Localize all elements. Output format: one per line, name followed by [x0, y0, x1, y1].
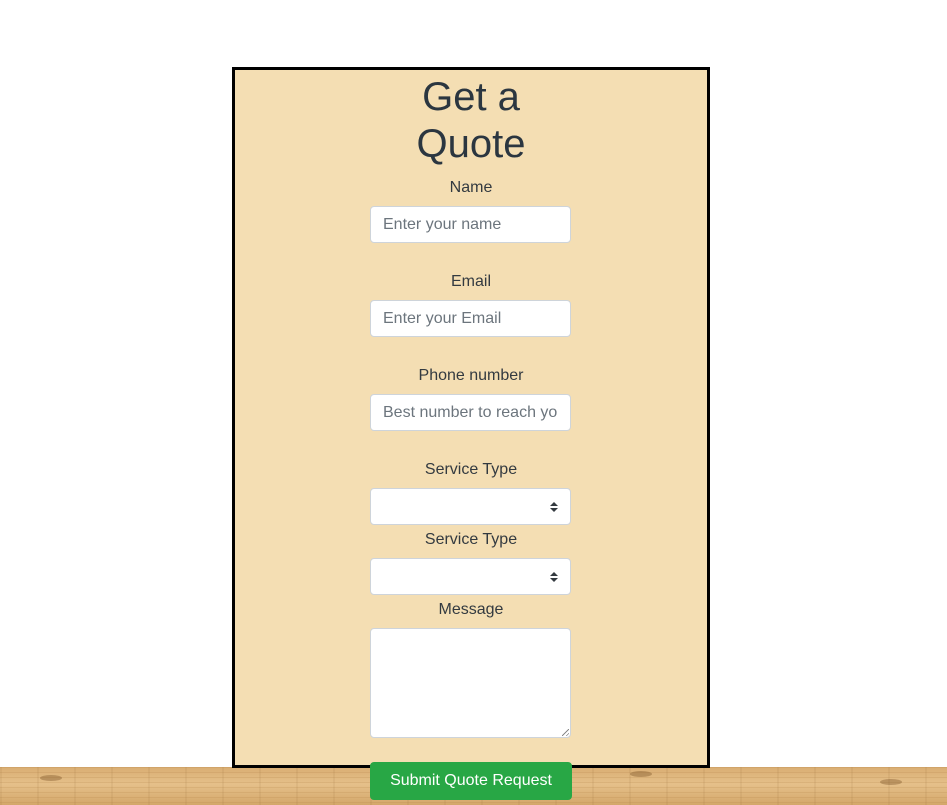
quote-form-panel: Get a Quote Name Email Phone number Serv… — [232, 67, 710, 768]
service-type-select[interactable] — [370, 488, 571, 525]
wood-knot — [630, 771, 652, 777]
form-title: Get a Quote — [235, 74, 707, 168]
resize-handle-icon[interactable] — [562, 729, 569, 736]
form-title-line-1: Get a — [422, 75, 520, 119]
service-type-label: Service Type — [424, 461, 518, 478]
name-input[interactable] — [370, 206, 571, 243]
phone-label: Phone number — [418, 367, 524, 384]
wood-knot — [880, 779, 902, 785]
email-input[interactable] — [370, 300, 571, 337]
name-label: Name — [449, 179, 493, 196]
message-label: Message — [438, 601, 504, 618]
select-arrows-icon — [550, 502, 558, 512]
message-textarea[interactable] — [370, 628, 571, 738]
phone-input[interactable] — [370, 394, 571, 431]
select-arrows-icon — [550, 572, 558, 582]
submit-quote-button[interactable]: Submit Quote Request — [370, 762, 572, 800]
email-label: Email — [450, 273, 491, 290]
wood-knot — [40, 775, 62, 781]
form-title-line-2: Quote — [416, 122, 526, 166]
service-type-select-secondary[interactable] — [370, 558, 571, 595]
service-type-label-secondary: Service Type — [424, 531, 518, 548]
